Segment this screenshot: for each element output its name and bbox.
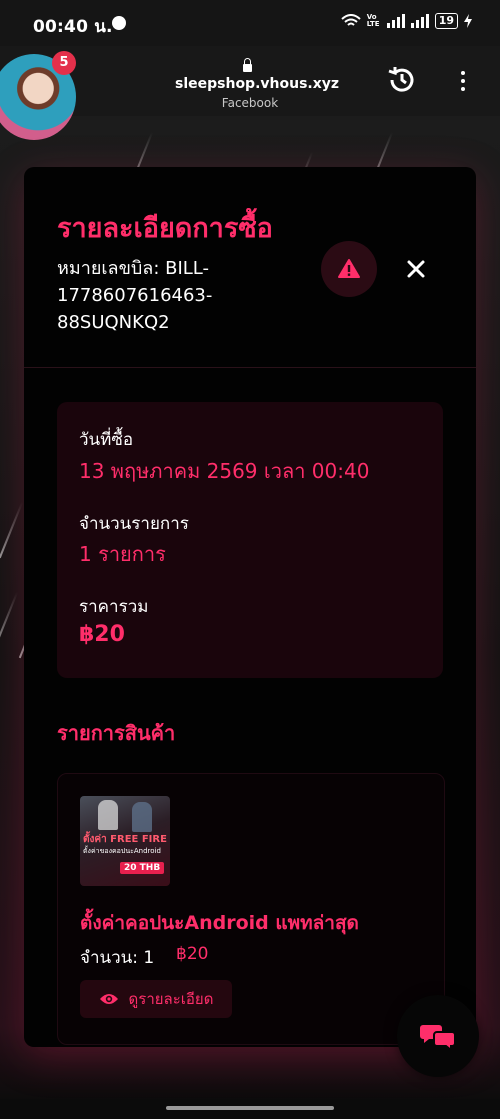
products-section-title: รายการสินค้า xyxy=(57,721,176,745)
header-divider xyxy=(24,367,476,368)
signal-icon xyxy=(386,14,405,28)
url-line: sleepshop.vhous.xyz xyxy=(175,58,339,92)
status-bar: 00:40 น. Vo LTE 19 xyxy=(0,0,500,46)
product-thumbnail[interactable]: ตั้งค่า FREE FIRE ตั้งค่าของคอปนะAndroid… xyxy=(80,796,170,886)
eye-icon xyxy=(99,994,118,1004)
chat-button[interactable] xyxy=(397,995,479,1077)
product-card: ตั้งค่า FREE FIRE ตั้งค่าของคอปนะAndroid… xyxy=(57,773,445,1045)
volte-label: Vo LTE xyxy=(366,13,380,28)
bill-number: หมายเลขบิล: BILL-1778607616463-88SUQNKQ2 xyxy=(57,258,213,333)
history-icon xyxy=(388,67,414,92)
product-price: ฿20 xyxy=(176,944,209,964)
url-text: sleepshop.vhous.xyz xyxy=(175,76,340,92)
view-details-label: ดูรายละเอียด xyxy=(128,990,214,1008)
item-count-value: 1 รายการ xyxy=(79,542,166,566)
thumb-price: 20 THB xyxy=(120,862,165,874)
modal-title: รายละเอียดการซื้อ xyxy=(57,213,273,244)
item-count-label: จำนวนรายการ xyxy=(79,514,189,534)
charging-icon xyxy=(464,14,472,28)
warning-triangle-icon xyxy=(338,259,360,278)
product-name: ตั้งค่าคอปนะAndroid แพทล่าสุด xyxy=(80,912,359,934)
purchase-date-label: วันที่ซื้อ xyxy=(79,430,134,450)
total-value: ฿20 xyxy=(79,622,125,647)
report-button[interactable] xyxy=(321,241,377,297)
notification-badge: 5 xyxy=(52,51,76,75)
chat-bubbles-icon xyxy=(420,1025,456,1053)
close-icon xyxy=(407,260,425,278)
view-details-button[interactable]: ดูรายละเอียด xyxy=(80,980,232,1018)
purchase-info-card: วันที่ซื้อ 13 พฤษภาคม 2569 เวลา 00:40 จำ… xyxy=(57,402,443,678)
signal-icon-2 xyxy=(410,14,429,28)
close-button[interactable] xyxy=(402,255,430,283)
history-button[interactable] xyxy=(386,64,418,96)
purchase-date-value: 13 พฤษภาคม 2569 เวลา 00:40 xyxy=(79,459,370,483)
messenger-icon xyxy=(112,16,126,30)
status-icons: Vo LTE 19 xyxy=(341,13,472,29)
thumb-subtitle: ตั้งค่าของคอปนะAndroid xyxy=(83,847,161,855)
more-menu-button[interactable] xyxy=(455,68,471,96)
lock-icon xyxy=(243,58,252,72)
battery-level: 19 xyxy=(434,13,458,29)
thumb-title: ตั้งค่า FREE FIRE xyxy=(83,834,167,845)
wifi-icon xyxy=(341,14,361,26)
status-time: 00:40 น. xyxy=(33,17,113,37)
url-subtitle: Facebook xyxy=(221,96,279,110)
url-area[interactable]: sleepshop.vhous.xyz Facebook xyxy=(175,58,339,110)
home-indicator[interactable] xyxy=(166,1106,334,1110)
more-vertical-icon xyxy=(461,71,465,75)
product-quantity: จำนวน: 1 xyxy=(80,948,155,968)
purchase-details-modal: รายละเอียดการซื้อ หมายเลขบิล: BILL-17786… xyxy=(24,167,476,1047)
total-label: ราคารวม xyxy=(79,597,149,617)
